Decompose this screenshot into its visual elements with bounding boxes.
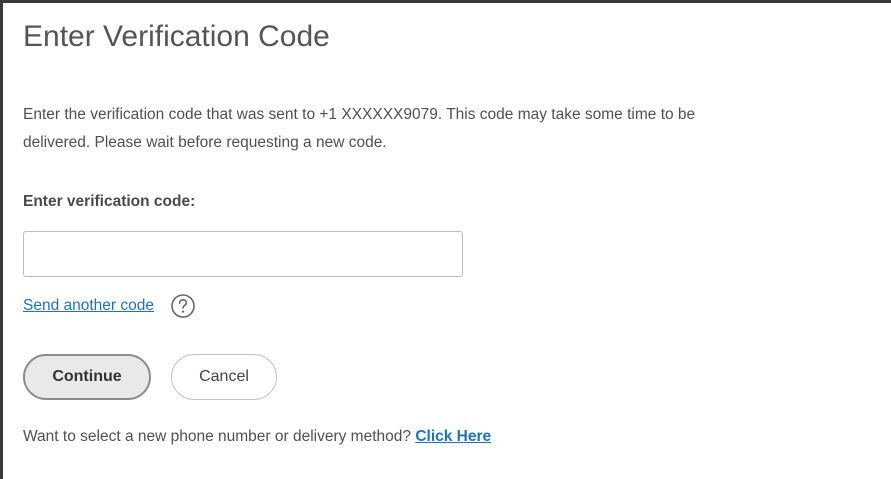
description-line-1: Enter the verification code that was sen… — [23, 106, 696, 123]
cancel-button[interactable]: Cancel — [171, 354, 277, 400]
continue-button[interactable]: Continue — [23, 354, 151, 400]
footer-text: Want to select a new phone number or del… — [23, 428, 411, 445]
send-another-code-link[interactable]: Send another code — [23, 297, 154, 315]
send-another-row: Send another code — [23, 293, 196, 319]
description-line-2: delivered. Please wait before requesting… — [23, 134, 387, 151]
click-here-link[interactable]: Click Here — [415, 428, 491, 445]
verification-code-input[interactable] — [23, 231, 463, 277]
page-frame: Enter Verification Code Enter the verifi… — [0, 0, 891, 479]
code-field-label: Enter verification code: — [23, 193, 196, 210]
footer-prompt: Want to select a new phone number or del… — [23, 428, 491, 446]
question-circle-icon[interactable] — [170, 293, 196, 319]
page-title: Enter Verification Code — [23, 20, 330, 53]
verification-description: Enter the verification code that was sen… — [23, 101, 891, 157]
